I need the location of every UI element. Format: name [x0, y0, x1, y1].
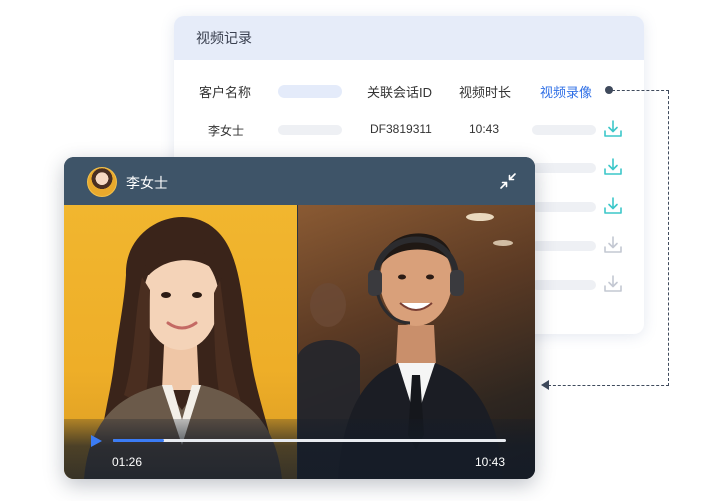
caller-name: 李女士 — [126, 175, 168, 191]
column-session-id: 关联会话ID — [367, 85, 433, 100]
cell-session-id: DF3819311 — [370, 122, 432, 136]
cell-duration: 10:43 — [469, 122, 500, 136]
records-title: 视频记录 — [196, 30, 252, 46]
column-duration: 视频时长 — [459, 85, 512, 100]
table-row: 李女士 DF3819311 10:43 — [174, 118, 644, 142]
total-time: 10:43 — [474, 455, 505, 469]
records-header: 视频记录 — [174, 16, 644, 60]
connector-line — [668, 91, 669, 386]
records-column-headers: 客户名称 关联会话ID 视频时长 视频录像 — [174, 82, 644, 102]
playback-controls: 01:26 10:43 — [64, 419, 535, 479]
cell-placeholder — [278, 125, 342, 135]
header-placeholder-pill — [278, 85, 342, 98]
video-titlebar: 李女士 — [64, 157, 535, 205]
minimize-arrows-icon[interactable] — [499, 172, 517, 190]
play-icon[interactable] — [91, 435, 102, 447]
cell-placeholder — [532, 241, 596, 251]
current-time: 01:26 — [112, 455, 143, 469]
cell-placeholder — [532, 163, 596, 173]
download-icon[interactable] — [602, 195, 624, 217]
progress-fill — [113, 439, 165, 442]
cell-customer-name: 李女士 — [208, 124, 245, 138]
download-icon[interactable] — [602, 118, 624, 140]
cell-placeholder — [532, 202, 596, 212]
download-icon[interactable] — [602, 273, 624, 295]
connector-line — [612, 90, 669, 91]
video-call-window: 李女士 01:26 10:43 — [64, 157, 535, 479]
connector-line — [548, 385, 669, 386]
connector-arrow-icon — [541, 380, 549, 390]
cell-placeholder — [532, 125, 596, 135]
download-icon[interactable] — [602, 156, 624, 178]
cell-placeholder — [532, 280, 596, 290]
avatar — [87, 167, 117, 197]
progress-bar[interactable] — [113, 439, 506, 442]
column-recording[interactable]: 视频录像 — [540, 82, 592, 101]
download-icon[interactable] — [602, 234, 624, 256]
column-customer-name: 客户名称 — [199, 85, 252, 100]
